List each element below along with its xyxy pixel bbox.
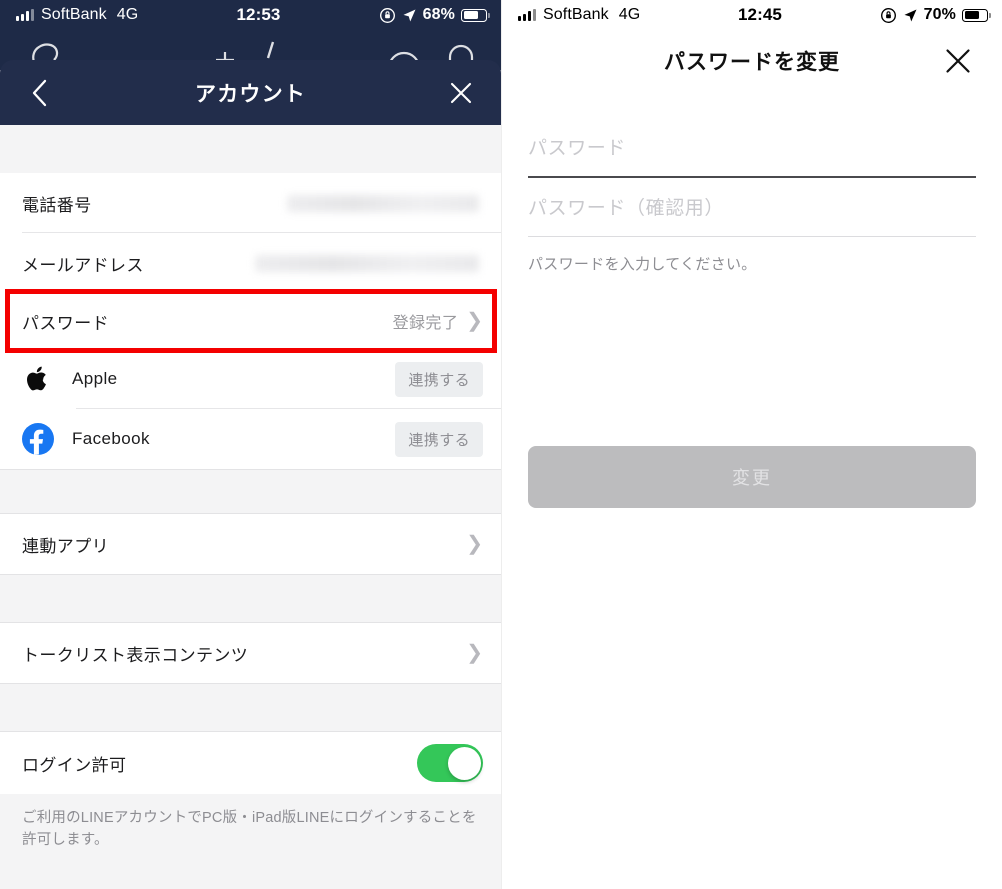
left-phone-screen: SoftBank 4G 12:53 68% アカウント 電話番号 メールアドレス… <box>0 0 501 889</box>
right-modal-header: パスワードを変更 <box>502 30 1002 92</box>
row-phone-number[interactable]: 電話番号 <box>0 173 501 233</box>
status-bar-left: SoftBank 4G <box>16 6 138 24</box>
row-label: トークリスト表示コンテンツ <box>22 645 249 665</box>
battery-icon <box>962 8 991 22</box>
dual-screenshot-container: SoftBank 4G 12:53 68% アカウント 電話番号 メールアドレス… <box>0 0 1002 889</box>
login-permission-card: ログイン許可 <box>0 731 501 794</box>
row-facebook-link[interactable]: Facebook 連携する <box>0 409 501 469</box>
row-login-permission[interactable]: ログイン許可 <box>0 732 501 794</box>
close-button[interactable] <box>938 47 978 75</box>
password-input[interactable] <box>528 132 976 176</box>
chevron-left-icon <box>32 79 47 106</box>
chevron-right-icon: ❯ <box>466 310 483 332</box>
form-helper-text: パスワードを入力してください。 <box>528 256 757 273</box>
page-title: パスワードを変更 <box>664 51 840 74</box>
left-status-bar: SoftBank 4G 12:53 68% <box>0 0 501 30</box>
back-button[interactable] <box>20 73 60 113</box>
change-password-form: パスワードを入力してください。 <box>502 92 1002 274</box>
toggle-knob <box>447 746 481 780</box>
change-password-submit-button[interactable]: 変更 <box>528 446 976 508</box>
right-status-bar: SoftBank 4G 12:45 70% <box>502 0 1002 30</box>
row-label: パスワード <box>22 313 109 333</box>
social-name-label: Apple <box>72 369 118 388</box>
close-button[interactable] <box>441 73 481 113</box>
row-label: 電話番号 <box>22 195 92 215</box>
signal-strength-icon <box>16 9 34 21</box>
row-password[interactable]: パスワード 登録完了 ❯ <box>0 293 501 349</box>
facebook-link-button[interactable]: 連携する <box>395 421 483 457</box>
password-confirm-input[interactable] <box>528 192 976 236</box>
login-permission-footnote: ご利用のLINEアカウントでPC版・iPad版LINEにログインすることを許可し… <box>0 794 501 852</box>
carrier-label: SoftBank <box>543 6 609 23</box>
chevron-right-icon: ❯ <box>466 642 483 664</box>
row-label: 連動アプリ <box>22 536 109 556</box>
left-modal-header: アカウント <box>0 60 501 125</box>
submit-button-wrap: 変更 <box>502 274 1002 508</box>
password-field-wrap <box>528 118 976 178</box>
status-bar-right: 70% <box>880 6 991 24</box>
section-gap-1 <box>0 470 501 513</box>
network-type-label: 4G <box>116 6 139 23</box>
row-apple-link[interactable]: Apple 連携する <box>0 349 501 409</box>
network-type-label: 4G <box>618 6 641 23</box>
location-arrow-icon <box>403 9 416 21</box>
rotation-lock-icon <box>379 7 395 23</box>
carrier-label: SoftBank <box>41 6 107 23</box>
clock-label: 12:53 <box>236 5 281 24</box>
footer-filler <box>0 851 501 889</box>
chevron-right-icon: ❯ <box>466 533 483 555</box>
close-icon <box>450 82 472 103</box>
section-gap-top <box>0 125 501 173</box>
left-content-scroll[interactable]: 電話番号 メールアドレス パスワード 登録完了 ❯ Apple 連携する Fac… <box>0 125 501 889</box>
section-gap-2 <box>0 575 501 622</box>
apple-link-button[interactable]: 連携する <box>395 361 483 397</box>
redacted-email-value <box>255 254 479 272</box>
close-icon <box>946 49 970 73</box>
password-row-highlight-wrap: パスワード 登録完了 ❯ <box>0 289 501 353</box>
section-gap-3 <box>0 684 501 731</box>
apple-icon <box>18 365 58 393</box>
status-bar-right: 68% <box>379 6 490 24</box>
account-info-card: 電話番号 メールアドレス パスワード 登録完了 ❯ Apple 連携する Fac… <box>0 173 501 470</box>
social-name-label: Facebook <box>72 429 150 448</box>
talklist-content-card: トークリスト表示コンテンツ ❯ <box>0 622 501 684</box>
battery-percent-label: 70% <box>923 6 956 23</box>
battery-icon <box>461 8 490 22</box>
row-email-address[interactable]: メールアドレス <box>0 233 501 293</box>
row-talklist-display-content[interactable]: トークリスト表示コンテンツ ❯ <box>0 623 501 683</box>
clock-label: 12:45 <box>737 5 782 24</box>
row-label: メールアドレス <box>22 255 144 275</box>
signal-strength-icon <box>518 9 536 21</box>
location-arrow-icon <box>904 9 917 21</box>
login-permission-toggle[interactable] <box>417 744 483 782</box>
redacted-phone-value <box>287 194 479 212</box>
battery-percent-label: 68% <box>422 6 455 23</box>
password-confirm-field-wrap <box>528 178 976 237</box>
rotation-lock-icon <box>880 7 896 23</box>
linked-apps-card: 連動アプリ ❯ <box>0 513 501 575</box>
row-label: ログイン許可 <box>22 755 127 775</box>
right-phone-screen: SoftBank 4G 12:45 70% パスワードを変更 パスワードを入力し… <box>501 0 1002 889</box>
status-bar-left: SoftBank 4G <box>518 6 640 24</box>
password-status-value: 登録完了 <box>392 315 459 332</box>
page-title: アカウント <box>195 82 306 106</box>
row-linked-apps[interactable]: 連動アプリ ❯ <box>0 514 501 574</box>
facebook-icon <box>18 422 58 456</box>
